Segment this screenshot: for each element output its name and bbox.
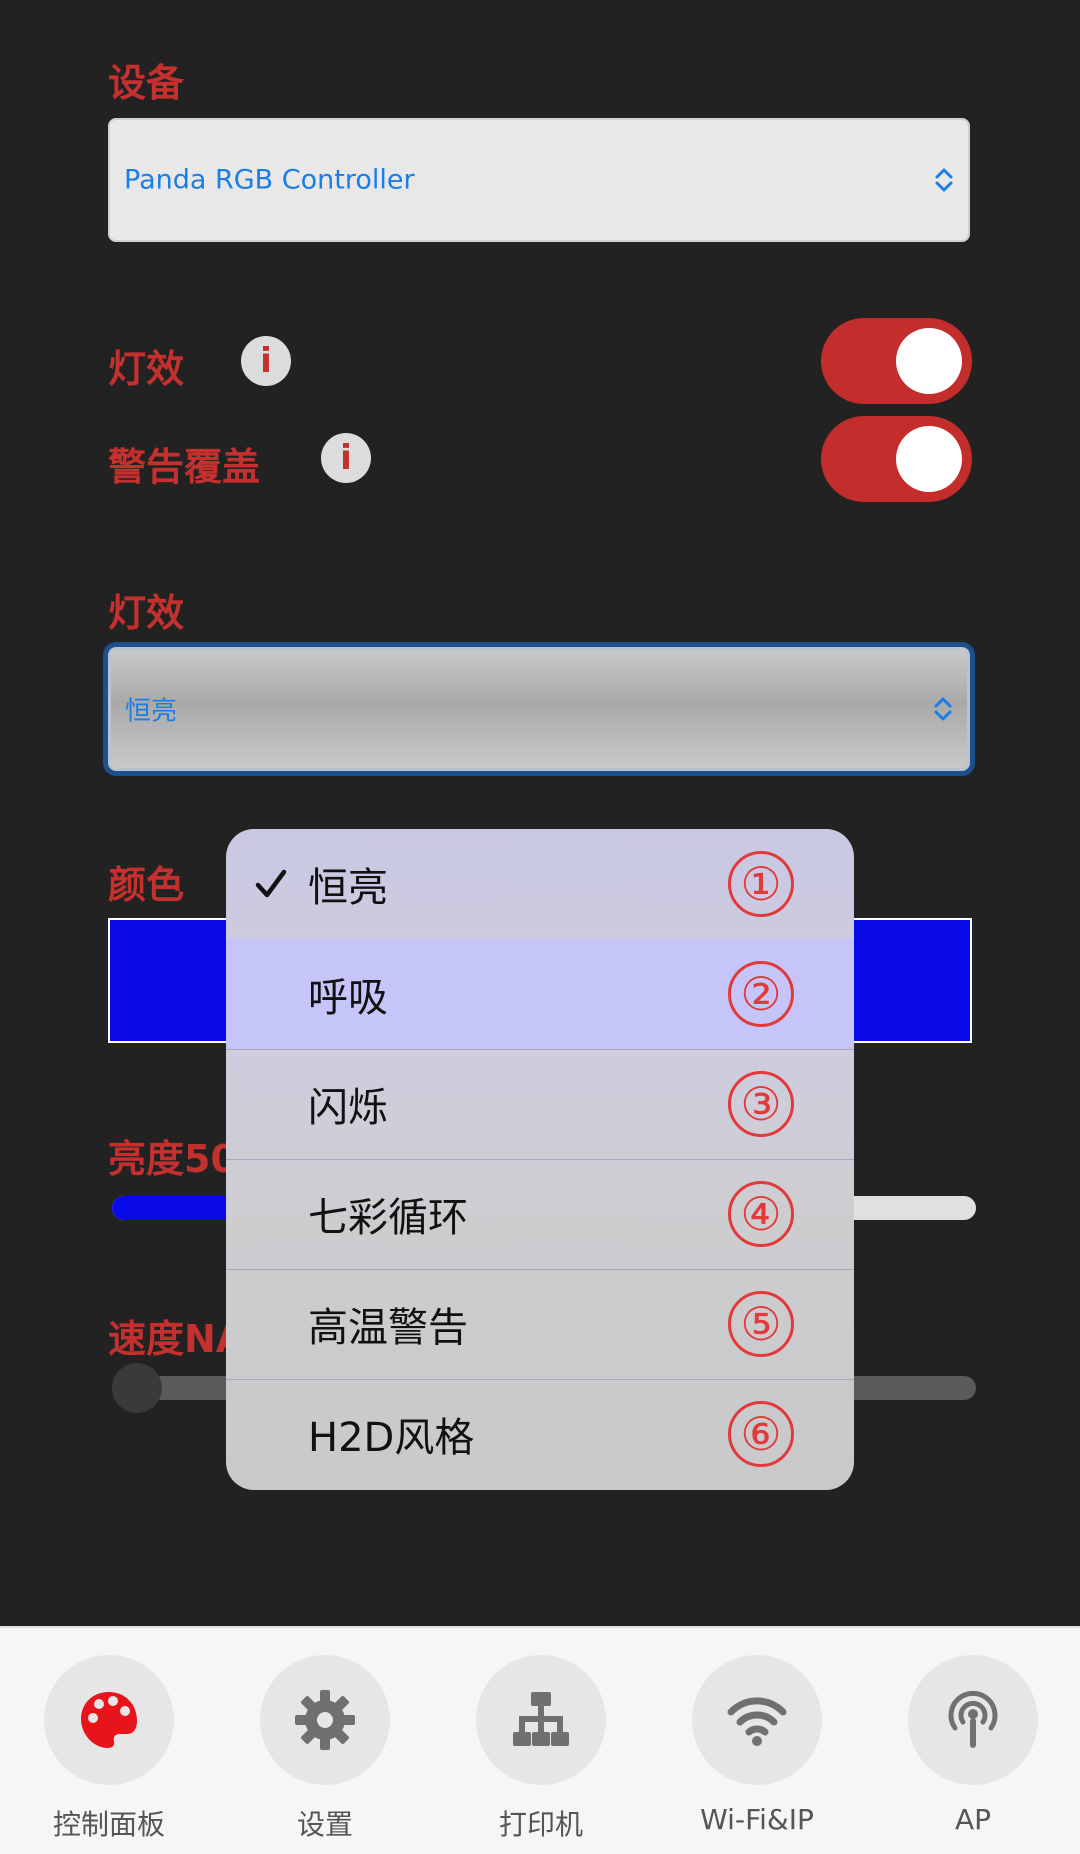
tab-icon-circle xyxy=(44,1655,174,1785)
menu-item-rainbow-cycle[interactable]: 七彩循环 ④ xyxy=(226,1159,854,1270)
tab-icon-circle xyxy=(476,1655,606,1785)
speed-label: 速度NA xyxy=(108,1317,246,1361)
menu-item-label: 呼吸 xyxy=(308,975,388,1021)
brightness-label: 亮度50 xyxy=(108,1137,237,1181)
palette-icon xyxy=(81,1692,137,1748)
antenna-icon xyxy=(948,1690,998,1748)
device-label: 设备 xyxy=(108,61,185,105)
menu-item-breathing[interactable]: 呼吸 ② xyxy=(226,939,854,1050)
speed-slider-thumb xyxy=(112,1363,162,1413)
tab-icon-circle xyxy=(260,1655,390,1785)
menu-item-constant[interactable]: 恒亮 ① xyxy=(226,829,854,940)
warning-override-toggle[interactable] xyxy=(821,416,972,502)
menu-item-number: ⑤ xyxy=(728,1291,794,1357)
tab-settings[interactable]: 设置 xyxy=(217,1655,433,1845)
toggle-knob xyxy=(896,426,962,492)
effect-info-icon[interactable]: i xyxy=(241,336,291,386)
tab-icon-circle xyxy=(692,1655,822,1785)
menu-item-number: ① xyxy=(728,851,794,917)
menu-item-number: ④ xyxy=(728,1181,794,1247)
menu-item-high-temp-warning[interactable]: 高温警告 ⑤ xyxy=(226,1269,854,1380)
menu-item-h2d-style[interactable]: H2D风格 ⑥ xyxy=(226,1379,854,1489)
menu-item-label: H2D风格 xyxy=(308,1415,475,1461)
tab-label: Wi-Fi&IP xyxy=(700,1803,814,1836)
toggle-knob xyxy=(896,328,962,394)
warning-info-icon[interactable]: i xyxy=(321,433,371,483)
updown-chevron-icon xyxy=(934,697,952,721)
menu-item-number: ⑥ xyxy=(728,1401,794,1467)
network-tree-icon xyxy=(513,1692,569,1746)
bottom-tab-bar: 控制面板 设置 打印机 Wi-Fi&IP AP xyxy=(0,1626,1080,1854)
device-select-value: Panda RGB Controller xyxy=(124,164,415,196)
tab-icon-circle xyxy=(908,1655,1038,1785)
effect-toggle[interactable] xyxy=(821,318,972,404)
effect-select-label: 灯效 xyxy=(108,591,185,635)
effect-select-value: 恒亮 xyxy=(125,696,178,727)
menu-item-number: ③ xyxy=(728,1071,794,1137)
color-label: 颜色 xyxy=(108,863,185,907)
tab-label: 打印机 xyxy=(498,1808,583,1841)
tab-label: 控制面板 xyxy=(52,1808,165,1841)
tab-ap[interactable]: AP xyxy=(865,1655,1080,1845)
effect-dropdown-menu: 恒亮 ① 呼吸 ② 闪烁 ③ 七彩循环 ④ 高温警告 ⑤ H2D风格 ⑥ xyxy=(226,829,854,1490)
menu-item-label: 高温警告 xyxy=(308,1305,468,1351)
menu-item-label: 七彩循环 xyxy=(308,1195,468,1241)
menu-item-label: 闪烁 xyxy=(308,1085,388,1131)
tab-wifi-ip[interactable]: Wi-Fi&IP xyxy=(649,1655,865,1845)
menu-item-label: 恒亮 xyxy=(308,865,388,911)
menu-item-flash[interactable]: 闪烁 ③ xyxy=(226,1049,854,1160)
updown-chevron-icon xyxy=(935,168,953,192)
effect-toggle-label: 灯效 xyxy=(108,347,185,391)
gear-icon xyxy=(295,1690,355,1750)
tab-printer[interactable]: 打印机 xyxy=(433,1655,649,1845)
checkmark-icon xyxy=(255,869,287,898)
tab-control-panel[interactable]: 控制面板 xyxy=(1,1655,217,1845)
menu-item-number: ② xyxy=(728,961,794,1027)
warning-override-label: 警告覆盖 xyxy=(108,445,261,489)
tab-label: 设置 xyxy=(296,1808,353,1841)
effect-select[interactable]: 恒亮 xyxy=(108,647,970,771)
tab-label: AP xyxy=(954,1803,992,1836)
wifi-icon xyxy=(727,1697,787,1746)
device-select[interactable]: Panda RGB Controller xyxy=(108,118,970,242)
